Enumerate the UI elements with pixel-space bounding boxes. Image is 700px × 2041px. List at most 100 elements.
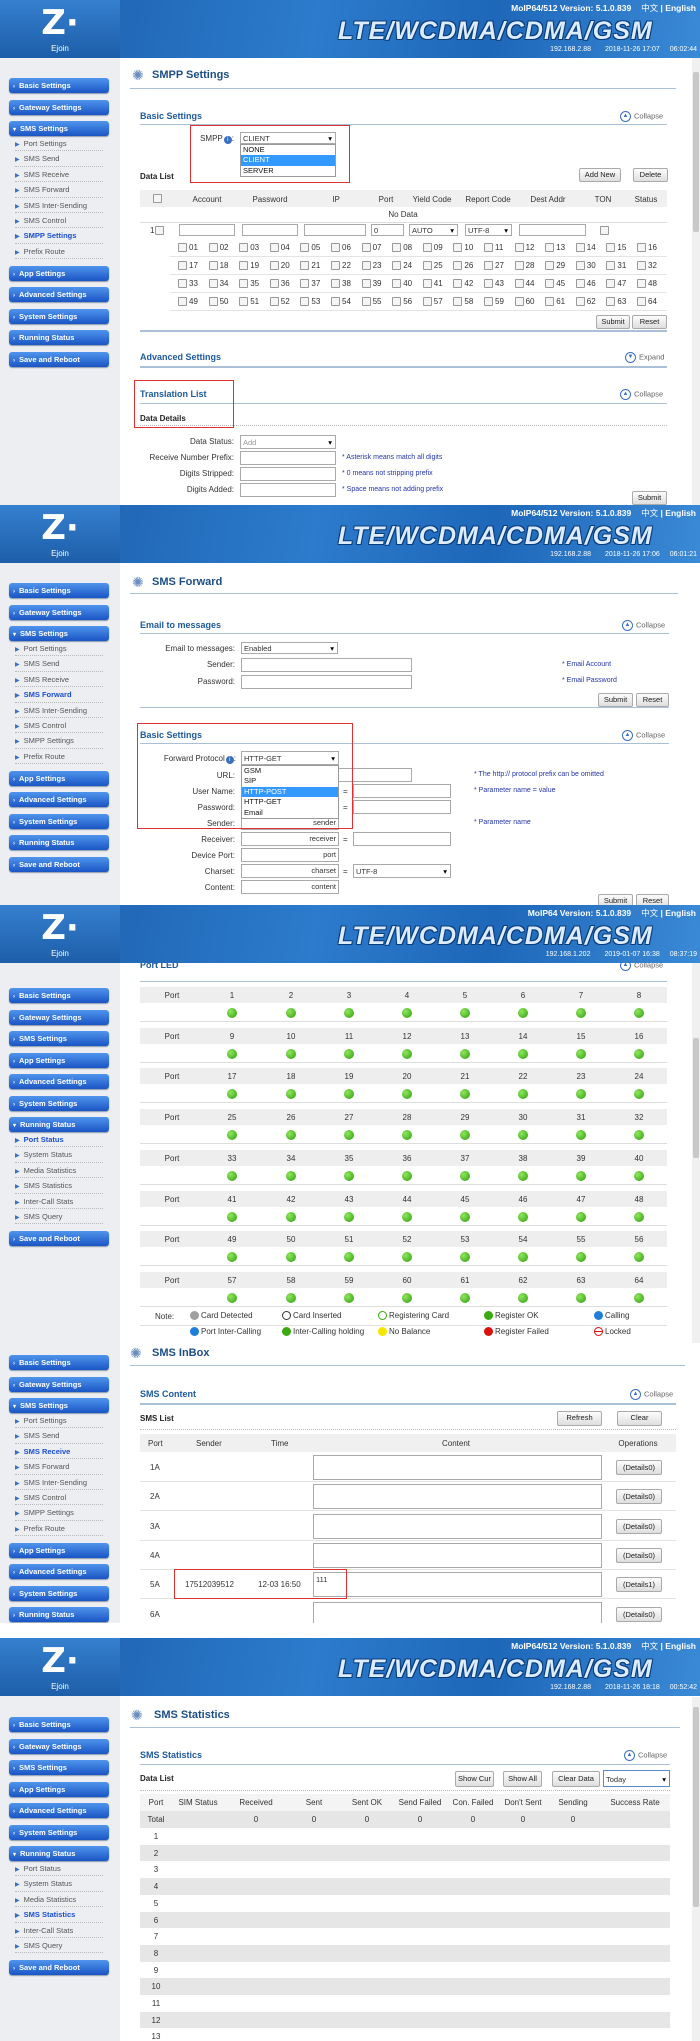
sidebar-item-sms-inter-sending[interactable]: ▶ SMS Inter-Sending — [15, 1475, 103, 1490]
collapse-toggle[interactable]: ▲ Collapse — [630, 1389, 673, 1400]
sidebar-group-advanced-settings[interactable]: › Advanced Settings — [9, 287, 109, 303]
content-textarea[interactable] — [313, 1601, 602, 1623]
content-textarea[interactable] — [313, 1513, 602, 1539]
checkbox[interactable] — [453, 243, 463, 253]
checkbox[interactable] — [545, 297, 555, 307]
port-checkbox[interactable]: 10 — [453, 243, 473, 253]
sidebar-group-save-and-reboot[interactable]: › Save and Reboot — [9, 1230, 109, 1246]
sidebar-item-sms-control[interactable]: ▶ SMS Control — [15, 1490, 103, 1506]
sidebar-item-smpp-settings[interactable]: ▶ SMPP Settings — [15, 228, 103, 244]
sidebar-item-smpp-settings[interactable]: ▶ SMPP Settings — [15, 1505, 103, 1521]
checkbox[interactable] — [361, 279, 371, 289]
sidebar-group-system-settings[interactable]: › System Settings — [9, 813, 109, 829]
field-input[interactable] — [240, 483, 336, 497]
sidebar-item-sms-inter-sending[interactable]: ▶ SMS Inter-Sending — [15, 198, 103, 213]
checkbox[interactable] — [545, 243, 555, 253]
port-checkbox[interactable]: 19 — [239, 261, 259, 271]
language-english-link[interactable]: English — [665, 3, 696, 13]
port-led-63[interactable] — [576, 1292, 586, 1303]
sidebar-group-gateway-settings[interactable]: › Gateway Settings — [9, 1738, 109, 1754]
port-checkbox[interactable]: 16 — [637, 243, 657, 253]
sidebar-item-sms-receive[interactable]: ▶ SMS Receive — [15, 672, 103, 688]
sidebar-group-basic-settings[interactable]: › Basic Settings — [9, 1355, 109, 1370]
content-textarea[interactable] — [313, 1484, 602, 1510]
port-checkbox[interactable]: 31 — [606, 261, 626, 271]
port-checkbox[interactable]: 55 — [361, 297, 382, 307]
sidebar-group-system-settings[interactable]: › System Settings — [9, 308, 109, 324]
checkbox[interactable] — [392, 279, 402, 289]
collapse-toggle[interactable]: ▲ Collapse — [622, 620, 665, 631]
port-led-35[interactable] — [344, 1170, 354, 1181]
checkbox[interactable] — [269, 297, 279, 307]
port-checkbox[interactable]: 58 — [453, 297, 473, 307]
port-led-37[interactable] — [460, 1170, 470, 1181]
port-checkbox[interactable]: 47 — [606, 279, 626, 289]
collapse-toggle[interactable]: ▲ Collapse — [624, 1750, 667, 1761]
port-led-19[interactable] — [344, 1089, 354, 1100]
sidebar-group-running-status[interactable]: ▾ Running Status — [9, 1846, 109, 1861]
port-checkbox[interactable]: 63 — [606, 297, 626, 307]
checkbox[interactable] — [545, 261, 555, 271]
checkbox[interactable] — [300, 261, 310, 271]
device-port-param-input[interactable]: port — [241, 848, 339, 862]
port-checkbox[interactable]: 13 — [545, 243, 565, 253]
port-led-39[interactable] — [576, 1170, 586, 1181]
sidebar-group-app-settings[interactable]: › App Settings — [9, 1052, 109, 1068]
port-led-24[interactable] — [634, 1089, 644, 1100]
port-checkbox[interactable]: 26 — [453, 261, 473, 271]
sidebar-item-prefix-route[interactable]: ▶ Prefix Route — [15, 1521, 103, 1537]
submit-button[interactable]: Submit — [596, 315, 630, 329]
port-led-60[interactable] — [402, 1292, 412, 1303]
port-led-61[interactable] — [460, 1292, 470, 1303]
port-led-14[interactable] — [518, 1048, 528, 1059]
checkbox[interactable] — [422, 297, 432, 307]
port-checkbox[interactable]: 40 — [392, 279, 412, 289]
language-chinese-link[interactable]: 中文 — [641, 3, 658, 13]
field-input[interactable] — [240, 467, 336, 481]
details-button[interactable]: (Details0) — [616, 1547, 662, 1563]
details-button[interactable]: (Details1) — [616, 1577, 662, 1593]
collapse-toggle[interactable]: ▲ Collapse — [622, 730, 665, 741]
checkbox[interactable] — [361, 297, 371, 307]
port-checkbox[interactable]: 29 — [545, 261, 565, 271]
checkbox[interactable] — [575, 297, 585, 307]
logo[interactable]: Z· Ejoin — [0, 905, 120, 963]
sidebar-group-app-settings[interactable]: › App Settings — [9, 265, 109, 281]
row-checkbox[interactable] — [155, 226, 165, 236]
receiver-param-input[interactable]: receiver — [241, 832, 339, 846]
sidebar-item-sms-send[interactable]: ▶ SMS Send — [15, 656, 103, 672]
show-current-button[interactable]: Show Cur — [455, 1771, 494, 1787]
port-checkbox[interactable]: 54 — [331, 297, 351, 307]
port-led-64[interactable] — [634, 1292, 644, 1303]
port-checkbox[interactable]: 22 — [331, 261, 351, 271]
port-checkbox[interactable]: 11 — [484, 243, 503, 253]
sidebar-item-sms-statistics[interactable]: ▶ SMS Statistics — [15, 1907, 103, 1923]
port-led-18[interactable] — [286, 1089, 296, 1100]
submit-button[interactable]: Submit — [598, 693, 633, 707]
language-english-link[interactable]: English — [665, 508, 696, 518]
checkbox[interactable] — [575, 243, 585, 253]
port-led-6[interactable] — [518, 1008, 528, 1018]
sidebar-group-basic-settings[interactable]: › Basic Settings — [9, 988, 109, 1003]
port-led-59[interactable] — [344, 1292, 354, 1303]
checkbox[interactable] — [361, 261, 371, 271]
port-led-5[interactable] — [460, 1008, 470, 1018]
sidebar-group-basic-settings[interactable]: › Basic Settings — [9, 1717, 109, 1732]
checkbox[interactable] — [637, 261, 646, 271]
checkbox[interactable] — [239, 261, 249, 271]
port-checkbox[interactable]: 12 — [514, 243, 535, 253]
sidebar-item-inter-call-stats[interactable]: ▶ Inter-Call Stats — [15, 1194, 103, 1209]
checkbox[interactable] — [422, 279, 432, 289]
sidebar-group-gateway-settings[interactable]: › Gateway Settings — [9, 1376, 109, 1392]
scrollbar-thumb[interactable] — [693, 72, 699, 232]
sidebar-item-sms-send[interactable]: ▶ SMS Send — [15, 1428, 103, 1444]
language-chinese-link[interactable]: 中文 — [641, 1641, 658, 1651]
port-led-41[interactable] — [227, 1211, 237, 1222]
sidebar-group-sms-settings[interactable]: › SMS Settings — [9, 1760, 109, 1775]
reset-button[interactable]: Reset — [636, 894, 669, 905]
port-led-2[interactable] — [286, 1008, 296, 1018]
checkbox[interactable] — [514, 279, 524, 289]
sidebar-item-sms-forward[interactable]: ▶ SMS Forward — [15, 1459, 103, 1475]
checkbox[interactable] — [239, 279, 249, 289]
port-led-54[interactable] — [518, 1252, 528, 1263]
